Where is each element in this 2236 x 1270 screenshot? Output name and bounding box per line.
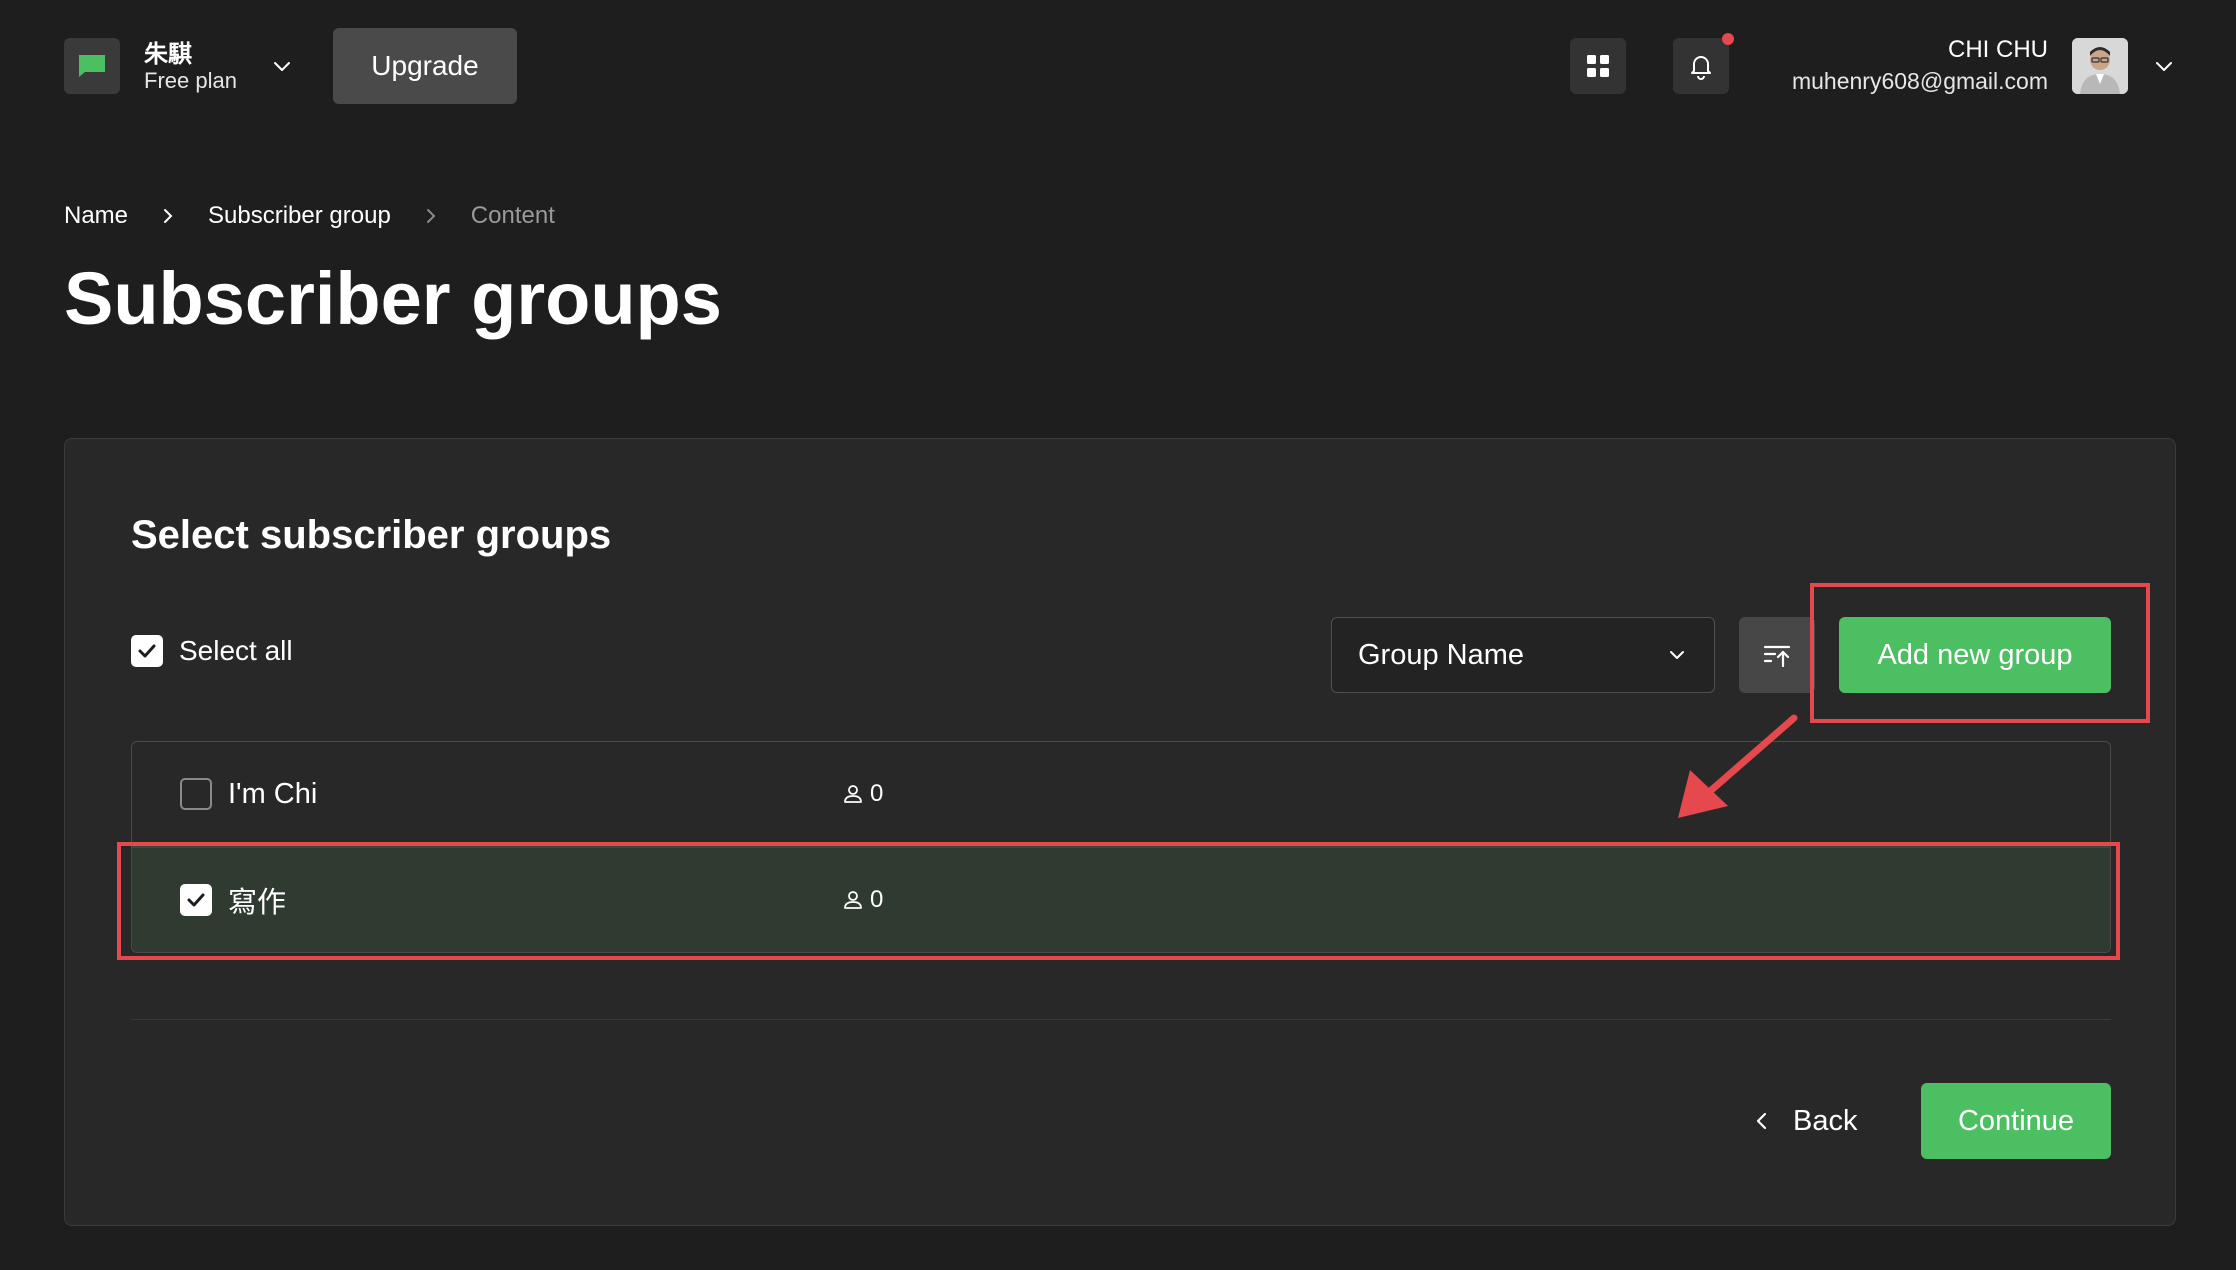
list-item[interactable]: 寫作 0 xyxy=(132,848,2110,952)
group-checkbox[interactable] xyxy=(180,778,212,810)
back-label: Back xyxy=(1793,1104,1858,1137)
top-bar: 朱騏 Free plan Upgrade CHI CHU muhenry608@… xyxy=(0,0,2236,132)
select-all[interactable]: Select all xyxy=(131,635,293,667)
group-name: 寫作 xyxy=(228,887,287,919)
notifications-button[interactable] xyxy=(1673,38,1729,94)
user-name: CHI CHU xyxy=(1948,36,2048,63)
group-checkbox[interactable] xyxy=(180,884,212,916)
breadcrumb-item-subscriber-group[interactable]: Subscriber group xyxy=(208,202,391,230)
group-count-value: 0 xyxy=(870,780,884,807)
check-icon xyxy=(187,893,205,907)
select-all-label: Select all xyxy=(179,635,293,666)
upgrade-button[interactable]: Upgrade xyxy=(333,28,517,104)
user-icon xyxy=(844,785,862,803)
group-name: I'm Chi xyxy=(228,777,318,810)
workspace-logo[interactable] xyxy=(64,38,120,94)
apps-button[interactable] xyxy=(1570,38,1626,94)
workspace-name[interactable]: 朱騏 xyxy=(144,34,192,69)
sort-order-button[interactable] xyxy=(1739,617,1815,693)
breadcrumb-item-content: Content xyxy=(470,202,555,229)
group-member-count: 0 xyxy=(842,780,883,808)
apps-grid-icon xyxy=(1587,55,1609,77)
sort-by-value: Group Name xyxy=(1358,638,1525,671)
chevron-down-icon xyxy=(1670,651,1684,659)
select-all-checkbox[interactable] xyxy=(131,635,163,667)
chevron-down-icon[interactable] xyxy=(270,54,294,78)
card-title: Select subscriber groups xyxy=(131,513,612,557)
chevron-right-icon xyxy=(158,206,178,226)
bell-icon xyxy=(1691,56,1711,80)
group-list: I'm Chi 0 寫作 0 xyxy=(131,741,2111,953)
avatar[interactable] xyxy=(2072,38,2128,94)
sort-order-icon xyxy=(1763,645,1791,668)
avatar-image xyxy=(2072,38,2128,94)
add-new-group-button[interactable]: Add new group xyxy=(1839,617,2111,693)
group-member-count: 0 xyxy=(842,886,883,914)
chevron-right-icon xyxy=(421,206,441,226)
page-title: Subscriber groups xyxy=(64,257,722,340)
check-icon xyxy=(138,644,156,658)
chat-icon xyxy=(79,55,105,77)
breadcrumb: Name Subscriber group Content xyxy=(64,200,555,232)
user-icon xyxy=(844,891,862,909)
list-item[interactable]: I'm Chi 0 xyxy=(132,742,2110,846)
continue-button[interactable]: Continue xyxy=(1921,1083,2111,1159)
chevron-left-icon xyxy=(1756,1112,1767,1130)
sort-by-select[interactable]: Group Name xyxy=(1331,617,1715,693)
group-count-value: 0 xyxy=(870,886,884,913)
breadcrumb-item-name[interactable]: Name xyxy=(64,202,128,230)
subscriber-groups-card: Select subscriber groups Select all Grou… xyxy=(64,438,2176,1226)
notification-badge xyxy=(1722,33,1734,45)
back-button[interactable]: Back xyxy=(1751,1083,1857,1159)
user-email: muhenry608@gmail.com xyxy=(1791,68,2048,94)
workspace-plan: Free plan xyxy=(144,68,237,93)
divider xyxy=(131,1019,2111,1020)
chevron-down-icon[interactable] xyxy=(2152,54,2176,78)
